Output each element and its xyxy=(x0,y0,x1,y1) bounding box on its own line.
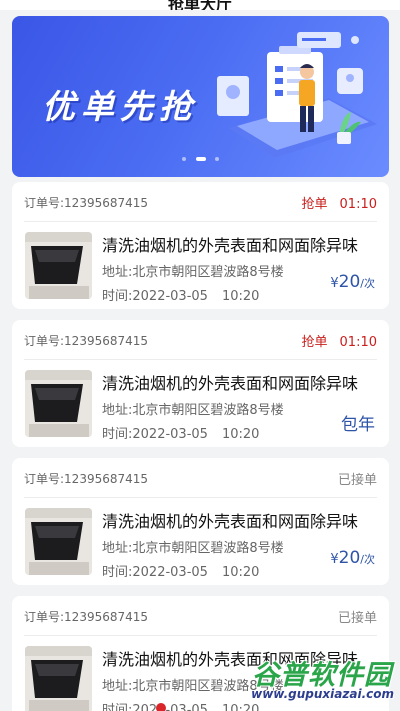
service-time: 时间:2022-03-05 10:20 xyxy=(102,289,260,304)
order-card-header: 订单号:12395687415 已接单 xyxy=(24,596,377,636)
service-address: 地址:北京市朝阳区碧波路8号楼 xyxy=(102,541,284,556)
service-time: 时间:2022-03-05 10:20 xyxy=(102,565,260,580)
grab-status[interactable]: 抢单 01:10 xyxy=(302,193,377,212)
order-number: 订单号:12395687415 xyxy=(24,196,149,210)
service-name: 清洗油烟机的外壳表面和网面除异味 xyxy=(102,512,359,531)
order-number: 订单号:12395687415 xyxy=(24,334,149,348)
watermark-url: www.gupuxiazai.com xyxy=(251,687,394,701)
grab-label[interactable]: 抢单 xyxy=(302,335,328,350)
grab-label[interactable]: 抢单 xyxy=(302,197,328,212)
service-thumbnail xyxy=(25,508,92,575)
taken-status: 已接单 xyxy=(337,473,377,488)
service-price: ¥20/次 xyxy=(330,272,375,292)
carousel-indicator[interactable] xyxy=(12,148,389,167)
banner-slogan: 优单先抢 xyxy=(42,87,198,126)
order-card[interactable]: 订单号:12395687415 已接单 清洗油烟机的外壳表面和网面除异味 地址:… xyxy=(12,458,389,585)
service-address: 地址:北京市朝阳区碧波路8号楼 xyxy=(102,403,284,418)
service-time: 时间:2022-03-05 10:20 xyxy=(102,427,260,442)
page-title: 抢单大厅 xyxy=(167,0,232,10)
order-card-header: 订单号:12395687415 已接单 xyxy=(24,458,377,498)
countdown-timer: 01:10 xyxy=(339,197,377,212)
service-thumbnail xyxy=(25,232,92,299)
service-price-plan: 包年 xyxy=(341,415,375,435)
promo-banner[interactable]: 优单先抢 xyxy=(12,16,389,177)
carousel-dot-active[interactable] xyxy=(195,156,206,161)
order-card[interactable]: 订单号:12395687415 抢单 01:10 清洗油烟机的外壳表面和网面除异味… xyxy=(12,320,389,447)
carousel-dot[interactable] xyxy=(214,156,219,161)
service-name: 清洗油烟机的外壳表面和网面除异味 xyxy=(102,374,359,393)
taken-status: 已接单 xyxy=(337,611,377,626)
site-watermark: 谷普软件园 www.gupuxiazai.com xyxy=(217,653,400,709)
grab-status[interactable]: 抢单 01:10 xyxy=(302,331,377,350)
carousel-dot[interactable] xyxy=(182,156,187,161)
top-bar: 抢单大厅 xyxy=(0,0,400,10)
service-thumbnail xyxy=(25,646,92,711)
service-price: ¥20/次 xyxy=(330,548,375,568)
order-card-header: 订单号:12395687415 抢单 01:10 xyxy=(24,182,377,222)
order-number: 订单号:12395687415 xyxy=(24,610,149,624)
order-card[interactable]: 订单号:12395687415 抢单 01:10 清洗油烟机的外壳表面和网面除异味… xyxy=(12,182,389,309)
notification-dot xyxy=(156,703,166,711)
service-thumbnail xyxy=(25,370,92,437)
order-card-header: 订单号:12395687415 抢单 01:10 xyxy=(24,320,377,360)
countdown-timer: 01:10 xyxy=(339,335,377,350)
service-name: 清洗油烟机的外壳表面和网面除异味 xyxy=(102,236,359,255)
service-address: 地址:北京市朝阳区碧波路8号楼 xyxy=(102,265,284,280)
order-number: 订单号:12395687415 xyxy=(24,472,149,486)
